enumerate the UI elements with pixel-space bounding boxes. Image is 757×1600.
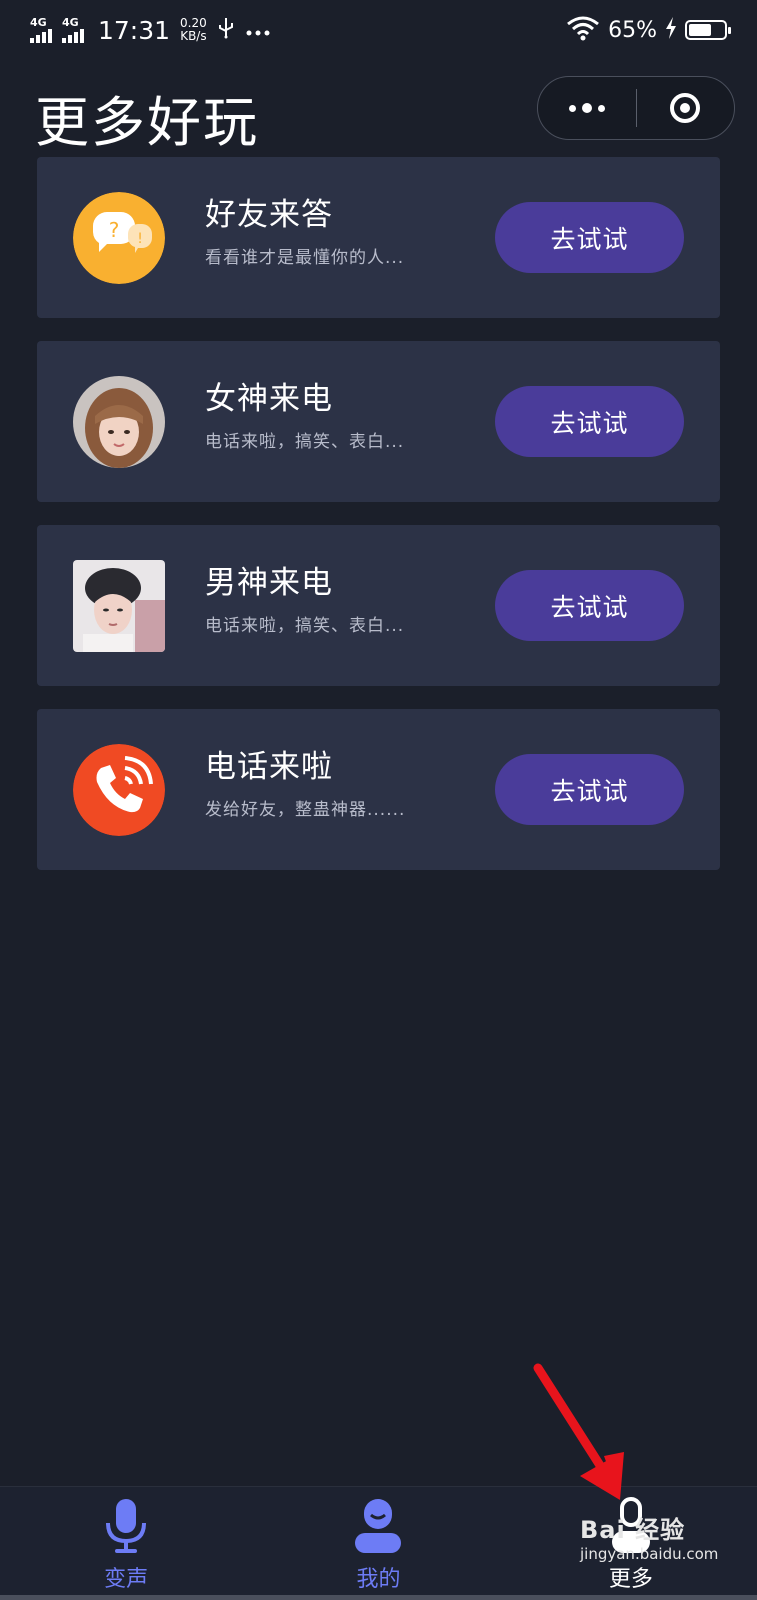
card-text: 好友来答 看看谁才是最懂你的人... [205, 195, 404, 268]
girl-avatar [73, 376, 165, 468]
tab-underline [504, 1595, 757, 1600]
more-notifications-icon [245, 18, 271, 42]
card-title: 好友来答 [205, 197, 333, 233]
battery-icon [685, 20, 731, 40]
network-speed: 0.20 KB/s [180, 17, 207, 43]
phone-ringing-icon [73, 744, 165, 836]
baidu-watermark: Bai 经验 jingyan.baidu.com [580, 1510, 718, 1563]
tab-mine[interactable]: 我的 [252, 1487, 505, 1600]
speed-unit: KB/s [180, 29, 207, 43]
status-left: 4G 4G 17:31 0.20 KB/s [30, 16, 271, 45]
status-time: 17:31 [98, 15, 171, 45]
close-button[interactable] [637, 77, 735, 139]
signal-icon: 4G [30, 17, 52, 43]
try-button[interactable]: 去试试 [495, 754, 684, 825]
charging-icon [665, 17, 677, 43]
status-bar: 4G 4G 17:31 0.20 KB/s 65% [0, 0, 757, 60]
signal-icon: 4G [62, 17, 84, 43]
more-dots-icon [568, 103, 605, 113]
card-title: 男神来电 [205, 565, 333, 601]
target-icon [670, 93, 701, 123]
network-label: 4G [62, 16, 79, 29]
status-right: 65% [566, 15, 731, 45]
svg-text:!: ! [137, 231, 143, 247]
usb-icon [217, 17, 235, 44]
card-title: 电话来啦 [205, 749, 333, 785]
user-icon [353, 1497, 403, 1559]
red-arrow-annotation [533, 1363, 624, 1500]
svg-text:?: ? [109, 218, 120, 242]
feature-card-phone-call[interactable]: 电话来啦 发给好友，整蛊神器...... 去试试 [37, 709, 720, 870]
menu-button[interactable] [538, 77, 636, 139]
watermark-brand: Bai 经验 [580, 1516, 686, 1544]
card-description: 看看谁才是最懂你的人... [205, 248, 405, 268]
card-text: 女神来电 电话来啦，搞笑、表白... [205, 379, 404, 452]
card-title: 女神来电 [205, 381, 333, 417]
tab-voice-change[interactable]: 变声 [0, 1487, 253, 1600]
boy-avatar [73, 560, 165, 652]
card-description: 发给好友，整蛊神器...... [205, 800, 406, 820]
screen: 4G 4G 17:31 0.20 KB/s 65% 更多好玩 ? ! 好友来答 … [0, 0, 757, 1600]
card-text: 电话来啦 发给好友，整蛊神器...... [205, 747, 405, 820]
question-bubbles-icon: ? ! [73, 192, 165, 284]
try-button[interactable]: 去试试 [495, 202, 684, 273]
feature-card-god-call[interactable]: 男神来电 电话来啦，搞笑、表白... 去试试 [37, 525, 720, 686]
page-title: 更多好玩 [35, 91, 259, 154]
card-description: 电话来啦，搞笑、表白... [205, 616, 405, 636]
try-button[interactable]: 去试试 [495, 386, 684, 457]
card-description: 电话来啦，搞笑、表白... [205, 432, 405, 452]
tab-underline [0, 1595, 253, 1600]
mini-program-capsule [537, 76, 735, 140]
card-text: 男神来电 电话来啦，搞笑、表白... [205, 563, 404, 636]
tab-label: 更多 [608, 1567, 653, 1592]
battery-percent: 65% [608, 17, 657, 43]
feature-card-friend-answer[interactable]: ? ! 好友来答 看看谁才是最懂你的人... 去试试 [37, 157, 720, 318]
try-button[interactable]: 去试试 [495, 570, 684, 641]
tab-underline [252, 1595, 505, 1600]
microphone-icon [103, 1497, 149, 1559]
wifi-icon [566, 15, 600, 45]
tab-label: 我的 [356, 1567, 401, 1592]
tab-label: 变声 [104, 1567, 149, 1592]
feature-card-goddess-call[interactable]: 女神来电 电话来啦，搞笑、表白... 去试试 [37, 341, 720, 502]
watermark-url: jingyan.baidu.com [580, 1545, 719, 1563]
network-label: 4G [30, 16, 47, 29]
feature-list: ? ! 好友来答 看看谁才是最懂你的人... 去试试 女神来电 电话来啦，搞笑、… [37, 157, 720, 893]
